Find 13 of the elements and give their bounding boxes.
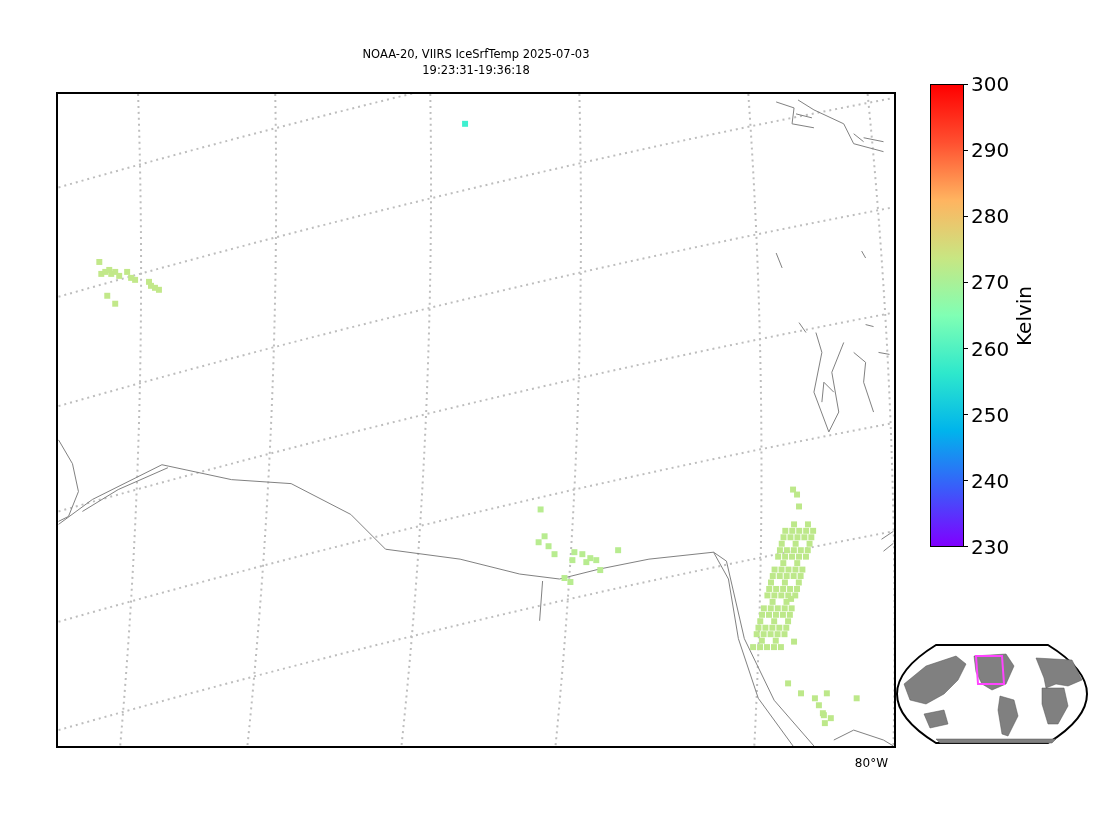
colorbar-tick-label: 240 — [971, 470, 1010, 491]
colorbar-tick-label: 260 — [971, 338, 1010, 359]
pixel-cluster-drawing — [96, 259, 162, 307]
colorbar-tick-label: 250 — [971, 404, 1010, 425]
colorbar-tick-label: 230 — [971, 537, 1010, 557]
colorbar-tick-label: 300 — [971, 74, 1010, 94]
longitude-label: 80°W — [854, 755, 888, 772]
colorbar-tick-label: 290 — [971, 140, 1010, 161]
plot-title: NOAA-20, VIIRS IceSrfTemp 2025-07-03 19:23:31-19:36:18 — [361, 46, 591, 78]
colorbar-label: Kelvin — [1011, 285, 1038, 346]
colorbar-tick-label: 270 — [971, 272, 1010, 293]
pixel-drawing — [462, 120, 469, 127]
colorbar-tick-label: 280 — [971, 206, 1010, 227]
